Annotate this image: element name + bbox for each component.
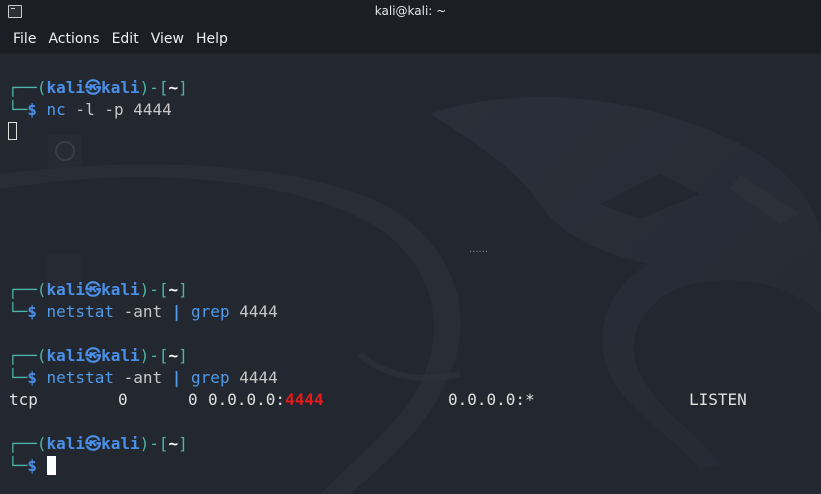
output-proto: tcp bbox=[9, 390, 38, 409]
menu-actions[interactable]: Actions bbox=[42, 31, 105, 47]
command-name: netstat bbox=[46, 368, 114, 387]
command-name: nc bbox=[46, 100, 66, 119]
prompt-corner: ┌──( bbox=[8, 280, 47, 299]
prompt-line-1: ┌──(kali㉿kali)-[~] bbox=[8, 77, 188, 99]
prompt-mid: )-[ bbox=[139, 434, 169, 453]
prompt-mid: )-[ bbox=[139, 346, 169, 365]
prompt-user: kali bbox=[46, 434, 86, 453]
prompt-at: ㉿ bbox=[85, 434, 102, 453]
command-line-4[interactable]: └─$ bbox=[8, 455, 56, 477]
prompt-end: ] bbox=[178, 434, 188, 453]
menu-bar: File Actions Edit View Help bbox=[0, 24, 821, 54]
terminal-area[interactable]: ...... ┌──(kali㉿kali)-[~] └─$ nc -l -p 4… bbox=[0, 54, 821, 494]
prompt-dollar: $ bbox=[27, 368, 47, 387]
prompt-corner-bottom: └─ bbox=[8, 302, 28, 321]
output-local-port: 4444 bbox=[285, 390, 324, 409]
command-line-1: └─$ nc -l -p 4444 bbox=[8, 99, 172, 121]
output-local-addr: 0.0.0.0: bbox=[208, 390, 286, 409]
prompt-line-2: ┌──(kali㉿kali)-[~] bbox=[8, 279, 188, 301]
prompt-end: ] bbox=[178, 346, 188, 365]
command-args-2: 4444 bbox=[229, 368, 278, 387]
menu-view[interactable]: View bbox=[145, 31, 190, 47]
prompt-corner: ┌──( bbox=[8, 78, 47, 97]
terminal-cursor-hollow bbox=[8, 122, 17, 140]
prompt-line-3: ┌──(kali㉿kali)-[~] bbox=[8, 345, 188, 367]
command-args: -ant bbox=[113, 302, 172, 321]
prompt-corner: ┌──( bbox=[8, 434, 47, 453]
prompt-dollar: $ bbox=[27, 100, 47, 119]
output-foreign-address: 0.0.0.0:* bbox=[448, 390, 535, 409]
prompt-corner-bottom: └─ bbox=[8, 100, 28, 119]
menu-file[interactable]: File bbox=[0, 31, 42, 47]
prompt-at: ㉿ bbox=[85, 346, 102, 365]
prompt-user: kali bbox=[46, 346, 86, 365]
menu-help[interactable]: Help bbox=[190, 31, 234, 47]
prompt-host: kali bbox=[101, 346, 140, 365]
prompt-corner: ┌──( bbox=[8, 346, 47, 365]
cursor-line-1 bbox=[8, 121, 17, 143]
prompt-dollar: $ bbox=[27, 302, 47, 321]
command-name: netstat bbox=[46, 302, 114, 321]
desktop-hint-text: ...... bbox=[469, 244, 489, 255]
prompt-end: ] bbox=[178, 280, 188, 299]
terminal-cursor bbox=[46, 456, 56, 475]
prompt-dir: ~ bbox=[168, 434, 179, 453]
pipe-symbol: | bbox=[171, 368, 182, 387]
prompt-at: ㉿ bbox=[85, 280, 102, 299]
prompt-user: kali bbox=[46, 280, 86, 299]
command-args: -ant bbox=[113, 368, 172, 387]
prompt-dir: ~ bbox=[168, 346, 179, 365]
prompt-corner-bottom: └─ bbox=[8, 456, 28, 475]
prompt-corner-bottom: └─ bbox=[8, 368, 28, 387]
prompt-mid: )-[ bbox=[139, 280, 169, 299]
command-args-2: 4444 bbox=[229, 302, 278, 321]
command-line-3: └─$ netstat -ant | grep 4444 bbox=[8, 367, 278, 389]
prompt-mid: )-[ bbox=[139, 78, 169, 97]
prompt-at: ㉿ bbox=[85, 78, 102, 97]
command-args: -l -p 4444 bbox=[65, 100, 172, 119]
output-sendq: 0 bbox=[188, 390, 198, 409]
prompt-dir: ~ bbox=[168, 78, 179, 97]
prompt-line-4: ┌──(kali㉿kali)-[~] bbox=[8, 433, 188, 455]
prompt-end: ] bbox=[178, 78, 188, 97]
command-name-2: grep bbox=[181, 368, 230, 387]
prompt-user: kali bbox=[46, 78, 86, 97]
prompt-host: kali bbox=[101, 280, 140, 299]
pipe-symbol: | bbox=[171, 302, 182, 321]
window-title: kali@kali: ~ bbox=[374, 4, 447, 18]
output-state: LISTEN bbox=[689, 390, 747, 409]
prompt-dollar: $ bbox=[27, 456, 47, 475]
netstat-output-row: tcp bbox=[9, 389, 38, 411]
prompt-dir: ~ bbox=[168, 280, 179, 299]
output-recvq: 0 bbox=[118, 390, 128, 409]
menu-edit[interactable]: Edit bbox=[106, 31, 145, 47]
prompt-host: kali bbox=[101, 434, 140, 453]
prompt-host: kali bbox=[101, 78, 140, 97]
command-name-2: grep bbox=[181, 302, 230, 321]
command-line-2: └─$ netstat -ant | grep 4444 bbox=[8, 301, 278, 323]
title-bar: kali@kali: ~ bbox=[0, 0, 821, 24]
output-local-address: 0.0.0.0:4444 bbox=[208, 389, 324, 411]
